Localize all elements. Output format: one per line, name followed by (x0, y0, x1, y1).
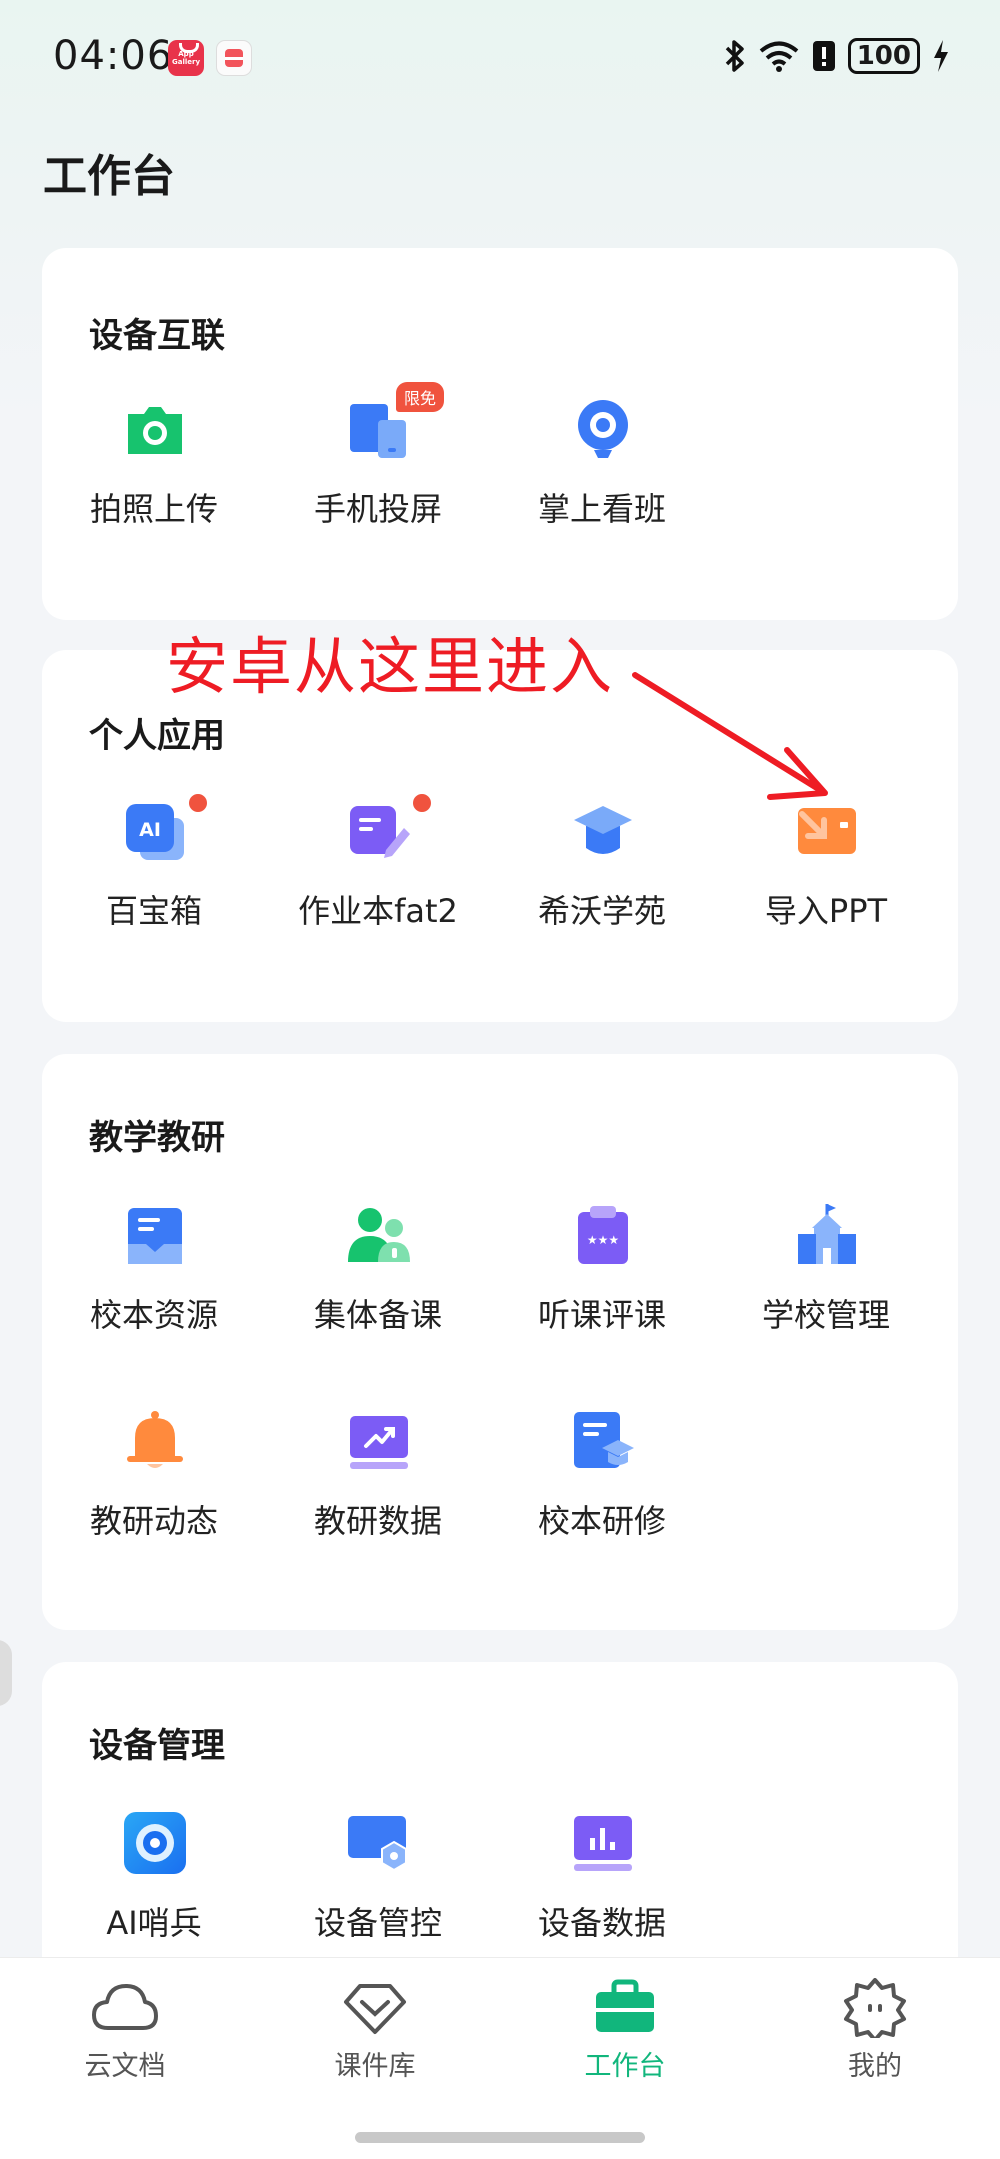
device-link-card: 设备互联 拍照上传 限免 手机投屏 掌上看班 (42, 248, 958, 620)
notification-dot (187, 792, 209, 814)
tile-lesson-review[interactable]: ★★★ 听课评课 (490, 1204, 714, 1354)
nav-label: 云文档 (84, 2051, 166, 2082)
tile-label: AI哨兵 (106, 1904, 202, 1942)
battery-indicator: 100 (847, 38, 920, 74)
tile-ai-sentinel[interactable]: AI哨兵 (42, 1812, 266, 1962)
nav-label: 我的 (848, 2051, 902, 2082)
status-bar: 04:06 App Gallery 100 (0, 0, 1000, 115)
tile-label: 听课评课 (537, 1296, 666, 1334)
tile-label: 教研动态 (89, 1502, 218, 1540)
alert-sim-icon (812, 41, 835, 71)
tile-label: 导入PPT (764, 892, 888, 930)
tile-screen-cast[interactable]: 限免 手机投屏 (266, 382, 490, 548)
tile-device-control[interactable]: 设备管控 (266, 1812, 490, 1962)
lesson-review-icon: ★★★ (578, 1206, 628, 1264)
notification-dot (411, 792, 433, 814)
webcam-icon (578, 400, 628, 458)
tile-label: 集体备课 (313, 1296, 442, 1334)
tile-homework[interactable]: 作业本fat2 (266, 792, 490, 950)
app-gallery-icon-text: App Gallery (171, 50, 201, 66)
group-prep-icon (348, 1208, 410, 1262)
tile-label: 学校管理 (761, 1296, 890, 1334)
school-resource-icon (128, 1208, 182, 1264)
tile-label: 希沃学苑 (537, 892, 666, 930)
calendar-icon (216, 40, 252, 76)
free-badge: 限免 (396, 382, 445, 412)
tile-photo-upload[interactable]: 拍照上传 (42, 398, 266, 548)
bluetooth-icon (725, 40, 744, 72)
training-icon (574, 1412, 634, 1468)
device-control-icon (348, 1816, 407, 1872)
floating-side-handle[interactable] (0, 1640, 12, 1706)
page-title: 工作台 (43, 151, 175, 202)
cloud-icon (92, 1984, 158, 2030)
tile-school-training[interactable]: 校本研修 (490, 1410, 714, 1560)
section-title: 设备管理 (89, 1726, 225, 1766)
home-indicator[interactable] (355, 2132, 645, 2143)
nav-courseware[interactable]: 课件库 (250, 1978, 500, 2083)
tile-seewo-academy[interactable]: 希沃学苑 (490, 800, 714, 950)
device-data-icon (574, 1816, 632, 1871)
tile-class-watch[interactable]: 掌上看班 (490, 398, 714, 548)
tile-import-ppt[interactable]: 导入PPT (714, 800, 938, 950)
device-management-card: 设备管理 AI哨兵 设备管控 设备数据 (42, 1662, 958, 1992)
nav-cloud-docs[interactable]: 云文档 (0, 1978, 250, 2083)
status-indicators: 100 (724, 36, 950, 76)
profile-face-icon (844, 1978, 906, 2042)
tile-label: 作业本fat2 (298, 892, 458, 930)
tile-label: 设备管控 (313, 1904, 442, 1942)
section-title: 个人应用 (89, 716, 225, 756)
tile-group-prep[interactable]: 集体备课 (266, 1204, 490, 1354)
school-building-icon (798, 1204, 856, 1264)
bottom-nav: 云文档 课件库 工作台 我的 (0, 1957, 1000, 2159)
annotation-arrow (632, 672, 828, 800)
camera-icon (128, 407, 182, 454)
teaching-research-card: 教学教研 校本资源 集体备课 ★★★ 听课评课 学校管理 教研动态 教研数据 校… (42, 1054, 958, 1630)
app-gallery-icon: App Gallery (168, 40, 204, 76)
tile-label: 教研数据 (313, 1502, 442, 1540)
tile-label: 百宝箱 (105, 892, 202, 930)
charging-bolt-icon (934, 40, 948, 72)
annotation-text: 安卓从这里进入 (166, 630, 615, 703)
tile-research-news[interactable]: 教研动态 (42, 1410, 266, 1560)
nav-label: 课件库 (334, 2051, 416, 2082)
ai-box-icon: AI (126, 804, 184, 860)
tile-label: 掌上看班 (537, 490, 666, 528)
nav-workbench[interactable]: 工作台 (500, 1978, 750, 2083)
tile-ai-box[interactable]: AI 百宝箱 (42, 792, 266, 950)
tile-label: 设备数据 (537, 1904, 666, 1942)
tile-device-data[interactable]: 设备数据 (490, 1812, 714, 1962)
nav-label: 工作台 (584, 2051, 666, 2082)
briefcase-icon (596, 1979, 654, 2032)
tile-label: 拍照上传 (89, 490, 218, 528)
tile-school-resource[interactable]: 校本资源 (42, 1204, 266, 1354)
svg-text:★★★: ★★★ (587, 1233, 619, 1247)
tile-label: 校本研修 (537, 1502, 666, 1540)
nav-mine[interactable]: 我的 (750, 1978, 1000, 2083)
ai-sentinel-icon (124, 1812, 186, 1874)
section-title: 设备互联 (89, 316, 225, 356)
status-time: 04:06 (53, 33, 174, 79)
trend-chart-icon (350, 1416, 408, 1469)
tile-school-management[interactable]: 学校管理 (714, 1204, 938, 1354)
svg-text:AI: AI (139, 819, 161, 841)
wifi-icon (759, 41, 798, 72)
diamond-icon (344, 1984, 406, 2034)
bell-icon (127, 1411, 183, 1468)
section-title: 教学教研 (89, 1118, 225, 1158)
tile-label: 手机投屏 (313, 490, 442, 528)
tile-label: 校本资源 (89, 1296, 218, 1334)
homework-icon (350, 806, 410, 858)
tile-research-data[interactable]: 教研数据 (266, 1410, 490, 1560)
